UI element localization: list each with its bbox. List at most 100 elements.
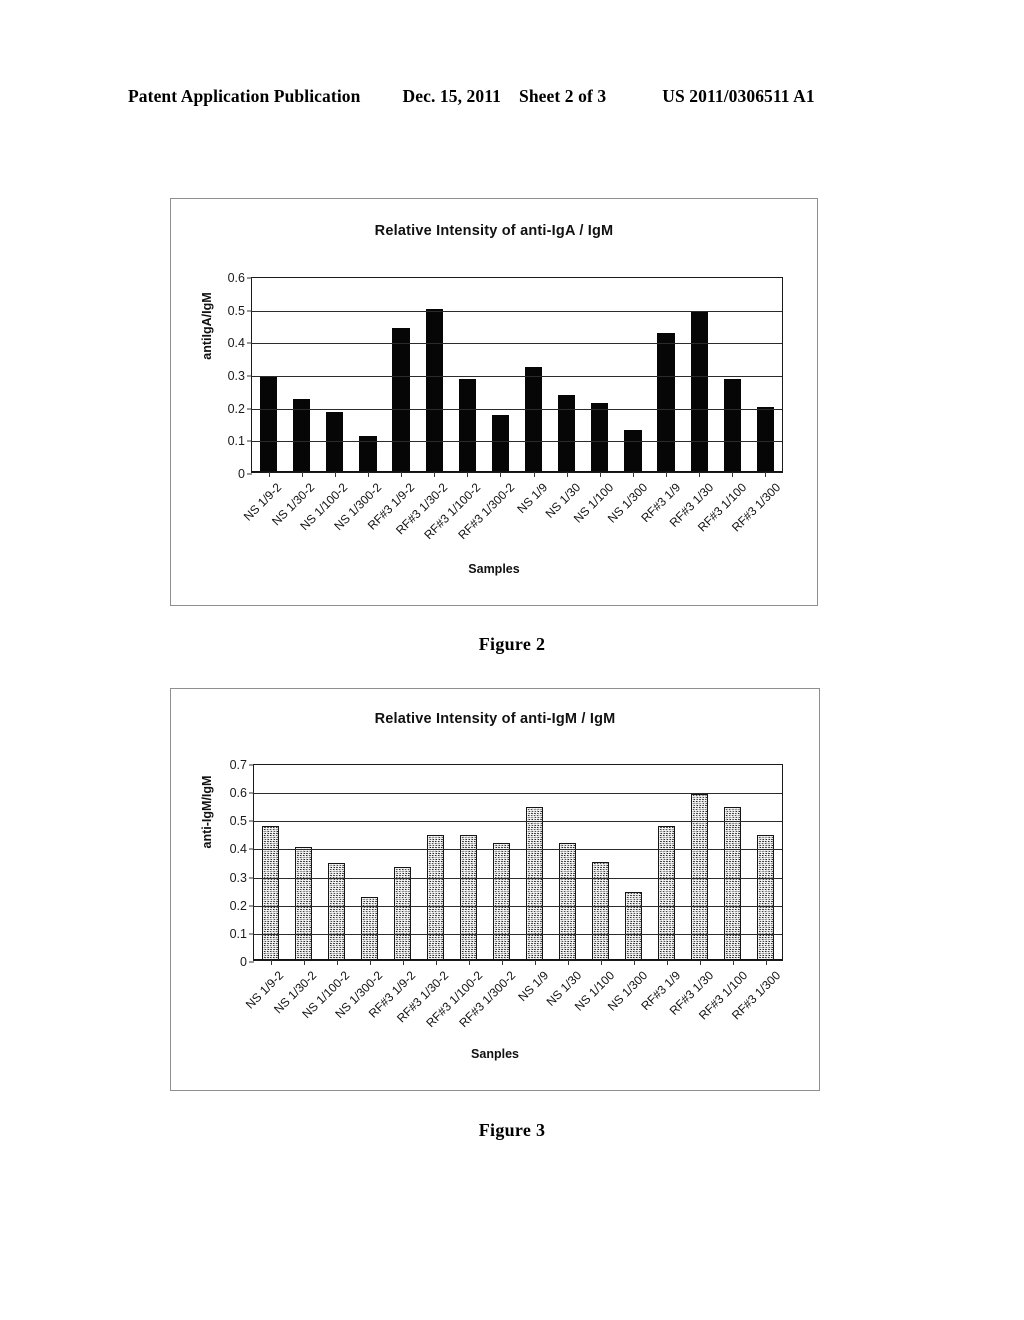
bar-slot: [418, 278, 451, 477]
y-tick-label: 0.2: [227, 401, 245, 416]
bar-ns-1-30: [558, 843, 577, 960]
bar-ns-1-100: [591, 861, 610, 960]
bar-rf-3-1-100-2: [459, 834, 478, 960]
y-tick-label: 0.3: [227, 369, 245, 383]
figure-3-caption: Figure 3: [478, 1120, 546, 1140]
x-tick-mark: [666, 960, 668, 965]
x-tick-mark: [367, 472, 369, 477]
bar-slot: [351, 278, 384, 477]
x-tick-mark: [599, 472, 601, 477]
x-tick-mark: [435, 960, 437, 965]
y-axis-title: anti-IgM/IgM: [200, 775, 214, 849]
y-tick-mark: [247, 440, 252, 442]
gridline: [254, 905, 782, 907]
bar-ns-1-9: [524, 367, 543, 472]
y-tick-label: 0.3: [229, 870, 247, 885]
gridline: [254, 877, 782, 879]
x-tick-mark: [301, 472, 303, 477]
y-tick-label: 0.4: [229, 842, 247, 857]
bar-slot: [287, 765, 320, 965]
y-tick-mark: [249, 877, 254, 879]
x-tick-mark: [402, 960, 404, 965]
bar-rf-3-1-100-2: [458, 378, 476, 472]
bar-slot: [385, 278, 418, 477]
y-tick-label: 0: [240, 955, 247, 969]
figure-2-frame: Relative Intensity of anti-IgA / IgM ant…: [170, 198, 818, 606]
y-tick-label: 0.2: [229, 898, 247, 913]
bar-slot: [650, 278, 683, 477]
y-tick-label: 0.5: [229, 814, 247, 829]
bar-slot: [749, 278, 782, 477]
gridline: [254, 821, 782, 823]
gridline: [252, 408, 782, 410]
bar-slot: [617, 765, 650, 965]
bar-rf-3-1-30: [690, 311, 708, 472]
y-axis-title: antiIgA/IgM: [200, 292, 214, 360]
publication-number: US 2011/0306511 A1: [662, 86, 815, 106]
figure-2-caption: Figure 2: [478, 634, 546, 654]
x-tick-mark: [334, 472, 336, 477]
bar-slot: [485, 765, 518, 965]
bar-slot: [386, 765, 419, 965]
x-tick-mark: [666, 472, 668, 477]
bar-slot: [716, 278, 749, 477]
bar-slot: [518, 765, 551, 965]
x-tick-mark: [369, 960, 371, 965]
bar-ns-1-9: [525, 806, 544, 960]
y-tick-mark: [249, 792, 254, 794]
x-tick-mark: [600, 960, 602, 965]
y-tick-mark: [249, 764, 254, 766]
bar-rf-3-1-9: [657, 826, 676, 960]
bar-ns-1-100: [591, 403, 609, 472]
x-tick-mark: [270, 960, 272, 965]
bar-slot: [318, 278, 351, 477]
y-tick-mark: [247, 277, 252, 279]
y-tick-label: 0.6: [229, 786, 247, 801]
bar-ns-1-30: [558, 395, 576, 472]
bar-rf-3-1-300-2: [492, 843, 511, 960]
x-tick-mark: [765, 960, 767, 965]
bar-slot: [517, 278, 550, 477]
gridline: [252, 441, 782, 443]
y-tick-label: 0.1: [229, 926, 247, 941]
x-tick-mark: [632, 472, 634, 477]
chart-anti-iga-igm: Relative Intensity of anti-IgA / IgM ant…: [171, 199, 817, 605]
bar-slot: [484, 278, 517, 477]
x-axis-title: Sanples: [471, 1047, 519, 1061]
x-tick-mark: [401, 472, 403, 477]
bar-rf-3-1-300: [756, 406, 775, 472]
x-tick-mark: [533, 472, 535, 477]
plot-area: 0 0.1 0.2 0.3 0.4 0.5 0.6 0.7: [230, 758, 783, 969]
y-tick-mark: [249, 961, 254, 963]
y-tick-mark: [247, 473, 252, 475]
y-tick-label: 0.6: [227, 271, 245, 285]
bar-slot: [285, 278, 318, 477]
x-tick-mark: [501, 960, 503, 965]
y-tick-mark: [247, 310, 252, 312]
x-tick-mark: [566, 472, 568, 477]
x-tick-mark: [268, 472, 270, 477]
bar-ns-1-9-2: [259, 377, 278, 472]
gridline: [252, 343, 782, 345]
bar-slot: [353, 765, 386, 965]
bar-slot: [583, 278, 616, 477]
x-tick-mark: [765, 472, 767, 477]
bar-rf-3-1-300-2: [491, 414, 510, 472]
x-tick-mark: [567, 960, 569, 965]
bar-rf-3-1-9-2: [392, 328, 410, 472]
bar-slot: [252, 278, 285, 477]
y-tick-label: 0.5: [227, 303, 245, 318]
bar-slot: [320, 765, 353, 965]
x-tick-mark: [732, 472, 734, 477]
sheet-indicator: Sheet 2 of 3: [518, 86, 607, 106]
bar-rf-3-1-100: [723, 806, 742, 960]
x-axis-title: Samples: [468, 562, 520, 576]
x-tick-mark: [633, 960, 635, 965]
gridline: [254, 933, 782, 935]
x-tick-mark: [303, 960, 305, 965]
bar-rf-3-1-300: [756, 834, 775, 960]
x-tick-mark: [534, 960, 536, 965]
patent-header: Patent Application Publication Dec. 15, …: [128, 86, 896, 107]
axis-baseline: [254, 958, 782, 960]
y-tick-mark: [247, 375, 252, 377]
